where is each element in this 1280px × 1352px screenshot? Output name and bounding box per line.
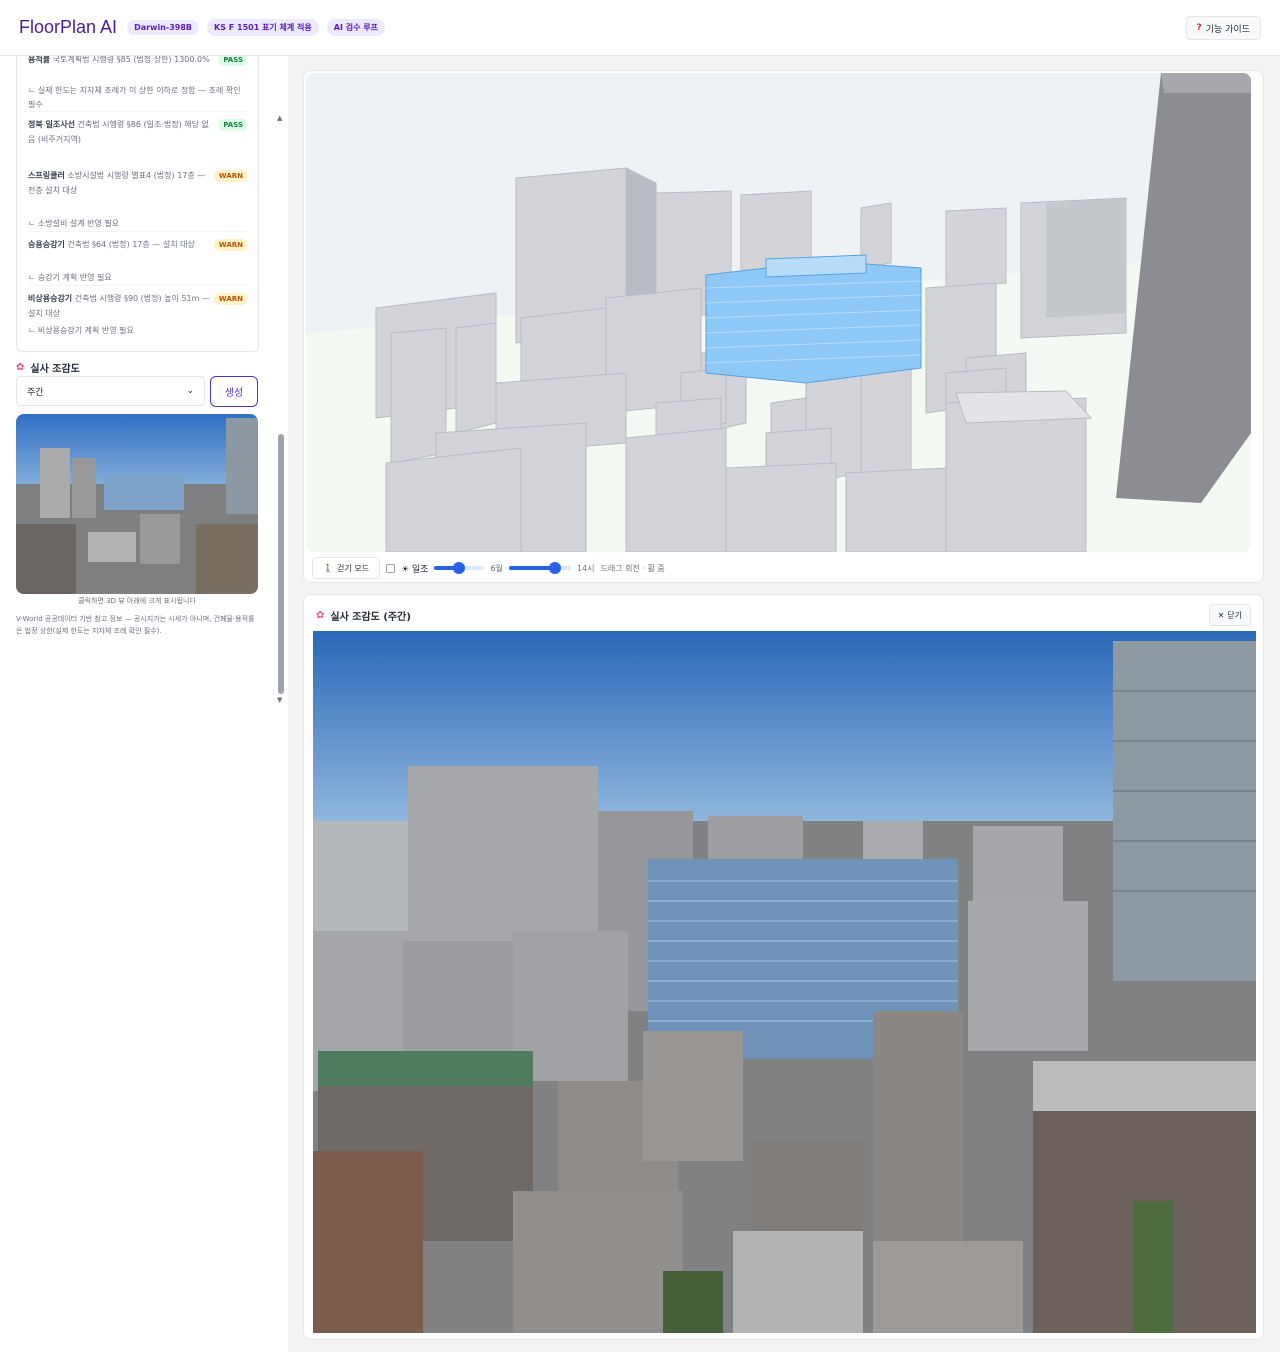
brand-logo[interactable]: FloorPlan AI — [19, 17, 117, 38]
aerial-photo[interactable] — [313, 631, 1256, 1333]
brain-icon: ✿ — [316, 610, 325, 621]
walking-person-icon: 🚶 — [323, 563, 333, 573]
thumbnail-caption: 클릭하면 3D 뷰 아래에 크게 표시됩니다 — [78, 597, 196, 605]
rule-item-sunlight: 정북 일조사선 건축법 시행령 §86 (일조·법정) 해당 없음 (비주거지역… — [28, 117, 248, 147]
aerial-thumbnail[interactable] — [16, 414, 258, 594]
status-badge: WARN — [213, 170, 248, 182]
data-source-note: V-World 공공데이터 기반 참고 정보 — 공시지가는 시세가 아니며, … — [16, 615, 255, 635]
aerial-section-title: ✿ 실사 조감도 — [16, 362, 80, 375]
aerial-view-panel: ✿ 실사 조감도 (주간) ✕ 닫기 — [303, 594, 1264, 1340]
month-slider[interactable] — [434, 562, 485, 574]
rule-item-far: 용적률 국토계획법 시행령 §85 (법정 상한) 1300.0% PASS — [28, 56, 248, 67]
brain-icon: ✿ — [16, 362, 25, 373]
walk-mode-button[interactable]: 🚶 걷기 모드 — [312, 557, 380, 579]
rule-note: ㄴ 실제 한도는 지자체 조례가 이 상한 이하로 정함 — 조례 확인 필수 — [28, 84, 248, 112]
ai-review-badge: AI 검수 루프 — [326, 19, 385, 36]
rule-item-sprinkler: 스프링클러 소방시설법 시행령 별표4 (법정) 17층 — 전층 설치 대상 W… — [28, 168, 248, 198]
rule-note: ㄴ 소방설비 설계 반영 필요 — [28, 217, 248, 232]
model-badge: Darwin-398B — [127, 20, 199, 35]
status-badge: WARN — [213, 239, 248, 251]
close-icon: ✕ — [1217, 610, 1225, 620]
rule-item-emergency-elevator: 비상용승강기 건축법 시행령 §90 (법정) 높이 51m — 설치 대상 WA… — [28, 291, 248, 321]
sunlight-label: ☀ 일조 — [400, 564, 429, 575]
chevron-up-icon: ▲ — [277, 114, 283, 122]
status-badge: WARN — [213, 293, 248, 305]
month-value: 6월 — [490, 563, 503, 573]
chevron-down-icon: ▼ — [277, 696, 283, 704]
rule-note: ㄴ 승강기 계획 반영 필요 — [28, 271, 248, 286]
rule-item-elevator: 승용승강기 건축법 §64 (법정) 17층 — 설치 대상 WARN — [28, 237, 248, 252]
slider-handle[interactable] — [549, 562, 562, 574]
viewer-card: 🚶 걷기 모드 ☀ 일조 6월 14시 드래그 회전 · 휠 줌 — [303, 70, 1264, 583]
3d-viewport[interactable] — [306, 73, 1251, 552]
chevron-down-icon: ⌄ — [186, 386, 194, 396]
generate-button[interactable]: 생성 — [210, 376, 258, 407]
question-icon: ? — [1196, 23, 1202, 33]
feature-guide-button[interactable]: ? 기능 가이드 — [1185, 16, 1261, 40]
interaction-hint: 드래그 회전 · 휠 줌 — [600, 563, 665, 573]
left-panel[interactable]: 용적률 국토계획법 시행령 §85 (법정 상한) 1300.0% PASS ㄴ … — [0, 56, 288, 1352]
standard-badge: KS F 1501 표기 체계 적용 — [207, 19, 319, 36]
panel-title: ✿ 실사 조감도 (주간) — [316, 610, 411, 623]
hour-value: 14시 — [576, 563, 595, 573]
status-badge: PASS — [218, 119, 248, 131]
sunlight-checkbox[interactable] — [385, 563, 395, 573]
scrollbar-thumb[interactable] — [278, 434, 284, 694]
sidebar-scrollbar[interactable]: ▲ ▼ — [277, 112, 285, 704]
rule-note: ㄴ 비상용승강기 계획 반영 필요 — [28, 326, 134, 335]
status-badge: PASS — [218, 56, 248, 66]
regulation-list[interactable]: 용적률 국토계획법 시행령 §85 (법정 상한) 1300.0% PASS ㄴ … — [16, 56, 259, 352]
close-button[interactable]: ✕ 닫기 — [1208, 604, 1251, 626]
app-header: FloorPlan AI Darwin-398B KS F 1501 표기 체계… — [0, 0, 1280, 56]
slider-handle[interactable] — [453, 562, 466, 574]
viewer-controls: 🚶 걷기 모드 ☀ 일조 6월 14시 드래그 회전 · 휠 줌 — [312, 556, 665, 580]
time-of-day-select[interactable]: 주간 ⌄ — [16, 376, 205, 406]
hour-slider[interactable] — [508, 562, 571, 574]
